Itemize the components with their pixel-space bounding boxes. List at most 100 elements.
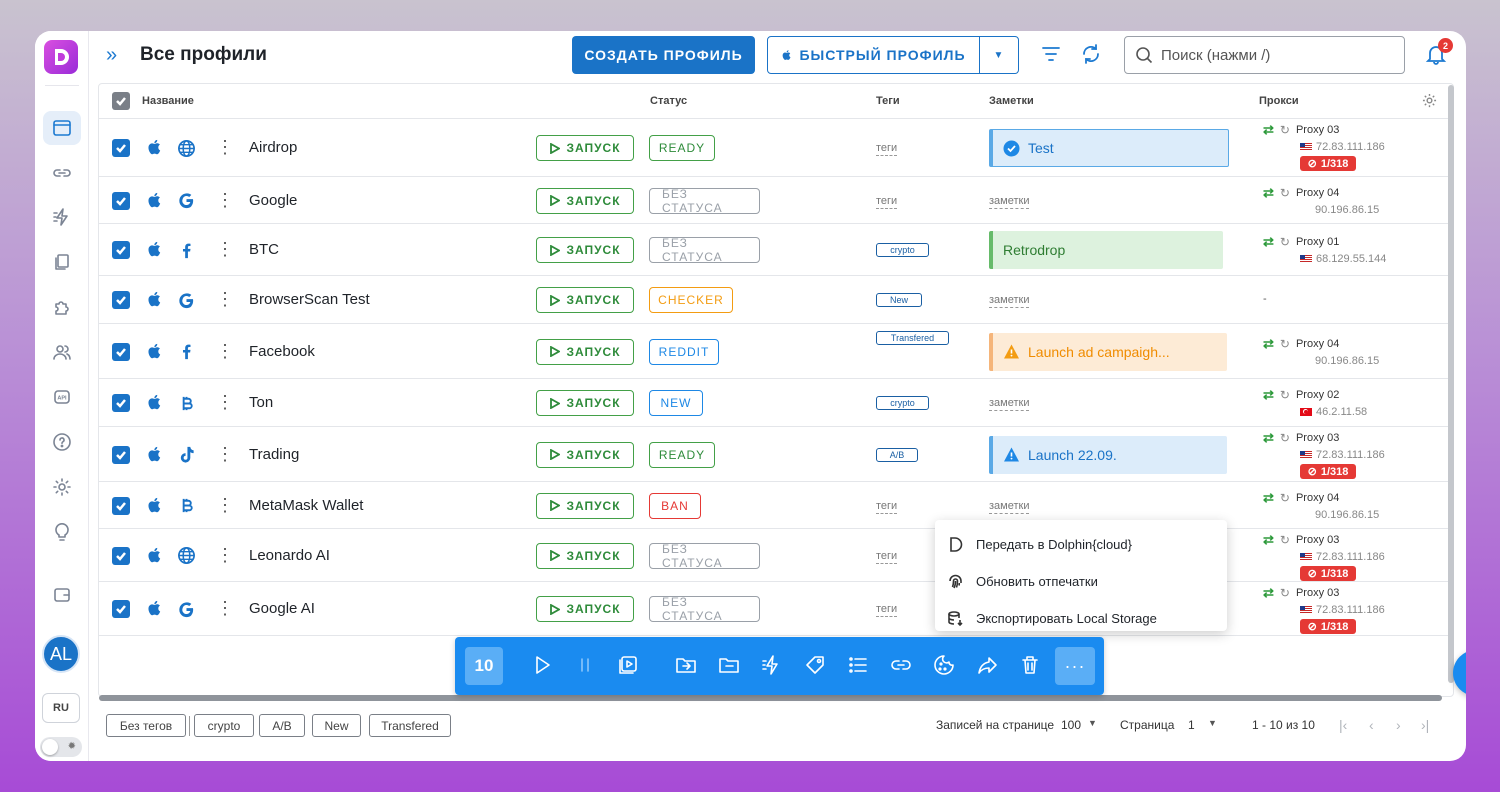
profile-name[interactable]: Google AI (249, 600, 315, 617)
status-badge[interactable]: БЕЗ СТАТУСА (649, 187, 760, 215)
next-page-icon[interactable]: › (1396, 717, 1401, 733)
kebab-menu-icon[interactable]: ⋮ (216, 496, 234, 514)
play-icon[interactable] (531, 654, 555, 678)
kebab-menu-icon[interactable]: ⋮ (216, 393, 234, 411)
kebab-menu-icon[interactable]: ⋮ (216, 290, 234, 308)
per-page-select[interactable]: 100 (1061, 718, 1081, 732)
proxy-cell[interactable]: ⇄ ↻ Proxy 02 46.2.11.58 (1263, 387, 1367, 418)
refresh-icon[interactable] (1080, 43, 1104, 67)
kebab-menu-icon[interactable]: ⋮ (216, 240, 234, 258)
tag-chip[interactable]: New (876, 293, 922, 307)
sidebar-item-copy[interactable] (43, 245, 81, 279)
column-status[interactable]: Статус (650, 95, 687, 107)
column-notes[interactable]: Заметки (989, 95, 1034, 107)
horizontal-scrollbar[interactable] (99, 695, 1442, 701)
row-checkbox[interactable] (112, 291, 130, 309)
refresh-icon[interactable]: ↻ (1280, 431, 1290, 445)
expand-sidebar-icon[interactable]: » (106, 45, 117, 65)
proxy-cell[interactable]: ⇄ ↻ Proxy 03 72.83.111.186 ⊘ 1/318 (1263, 585, 1385, 634)
search-field[interactable] (1124, 36, 1405, 74)
tag-chip[interactable]: A/B (876, 447, 918, 462)
folder-move-icon[interactable] (675, 654, 699, 678)
dolphin-logo[interactable] (44, 40, 78, 74)
pause-icon[interactable] (574, 654, 598, 678)
first-page-icon[interactable]: |‹ (1339, 717, 1347, 733)
filter-tag-crypto[interactable]: crypto (194, 714, 254, 737)
select-all-checkbox[interactable] (112, 92, 130, 110)
launch-button[interactable]: ЗАПУСК (536, 542, 634, 569)
notes-placeholder[interactable]: заметки (989, 500, 1030, 514)
page-chevron-icon[interactable]: ▼ (1208, 718, 1217, 728)
table-row[interactable]: ⋮ MetaMask Wallet ЗАПУСК BAN теги заметки ⇄ ↻ Pr… (99, 482, 1453, 529)
refresh-icon[interactable]: ↻ (1280, 491, 1290, 505)
table-row[interactable]: ⋮ Facebook ЗАПУСК REDDIT Transfered Launch ad… (99, 324, 1453, 379)
trash-icon[interactable] (1019, 654, 1043, 678)
proxy-cell[interactable]: ⇄ ↻ Proxy 04 90.196.86.15 (1263, 490, 1379, 521)
launch-button[interactable]: ЗАПУСК (536, 287, 634, 313)
create-profile-button[interactable]: СОЗДАТЬ ПРОФИЛЬ (572, 36, 755, 74)
profile-name[interactable]: Trading (249, 446, 299, 463)
profile-name[interactable]: Ton (249, 394, 273, 411)
refresh-icon[interactable]: ↻ (1280, 337, 1290, 351)
more-actions-button[interactable]: ··· (1055, 647, 1095, 685)
filter-tag-new[interactable]: New (312, 714, 361, 737)
launch-button[interactable]: ЗАПУСК (536, 441, 634, 468)
status-badge[interactable]: БЕЗ СТАТУСА (649, 542, 760, 570)
swap-icon[interactable]: ⇄ (1263, 185, 1274, 201)
folder-remove-icon[interactable] (718, 654, 742, 678)
column-settings-icon[interactable] (1422, 93, 1437, 111)
menu-item-update-fingerprints[interactable]: Обновить отпечатки (935, 563, 1227, 600)
refresh-icon[interactable]: ↻ (1280, 388, 1290, 402)
profile-name[interactable]: Facebook (249, 343, 315, 360)
table-row[interactable]: ⋮ Google ЗАПУСК БЕЗ СТАТУСА теги заметки ⇄ ↻ Pro… (99, 177, 1453, 224)
launch-button[interactable]: ЗАПУСК (536, 237, 634, 263)
quick-profile-main[interactable]: БЫСТРЫЙ ПРОФИЛЬ (768, 37, 980, 73)
column-tags[interactable]: Теги (876, 95, 900, 107)
profile-name[interactable]: Google (249, 192, 297, 209)
sidebar-item-help[interactable] (43, 425, 81, 459)
row-checkbox[interactable] (112, 342, 130, 361)
quick-profile-button[interactable]: БЫСТРЫЙ ПРОФИЛЬ ▼ (767, 36, 1019, 74)
filter-icon[interactable] (1040, 43, 1064, 67)
launch-button[interactable]: ЗАПУСК (536, 338, 634, 365)
proxy-link-icon[interactable] (890, 654, 914, 678)
tag-icon[interactable] (804, 654, 828, 678)
status-badge[interactable]: БЕЗ СТАТУСА (649, 236, 760, 264)
profile-name[interactable]: MetaMask Wallet (249, 497, 363, 514)
search-input[interactable] (1161, 46, 1381, 64)
sidebar-item-profiles[interactable] (43, 111, 81, 145)
swap-icon[interactable]: ⇄ (1263, 336, 1274, 352)
tag-chip[interactable]: Transfered (876, 331, 949, 345)
notes-placeholder[interactable]: заметки (989, 195, 1030, 209)
sidebar-item-team[interactable] (43, 335, 81, 369)
sidebar-item-settings[interactable] (43, 470, 81, 504)
refresh-icon[interactable]: ↻ (1280, 533, 1290, 547)
row-checkbox[interactable] (112, 546, 130, 565)
table-row[interactable]: ⋮ BTC ЗАПУСК БЕЗ СТАТУСА crypto Retrodrop ⇄ ↻ Pr… (99, 224, 1453, 276)
profile-name[interactable]: Leonardo AI (249, 547, 330, 564)
launch-button[interactable]: ЗАПУСК (536, 596, 634, 622)
note-card[interactable]: Launch ad campaigh... (989, 332, 1227, 371)
automation-icon[interactable] (761, 654, 785, 678)
menu-item-transfer-cloud[interactable]: Передать в Dolphin{cloud} (935, 526, 1227, 563)
launch-button[interactable]: ЗАПУСК (536, 492, 634, 519)
table-row[interactable]: ⋮ Trading ЗАПУСК READY A/B Launch 22.09. ⇄ ↻ Pro… (99, 427, 1453, 482)
launch-button[interactable]: ЗАПУСК (536, 135, 634, 161)
tag-chip[interactable]: crypto (876, 243, 929, 257)
language-switch[interactable]: RU (42, 693, 80, 723)
note-card[interactable]: Test (989, 129, 1229, 167)
sidebar-item-tips[interactable] (43, 515, 81, 549)
column-name[interactable]: Название (142, 95, 194, 107)
window-play-icon[interactable] (617, 654, 641, 678)
status-badge[interactable]: READY (649, 135, 715, 161)
refresh-icon[interactable]: ↻ (1280, 235, 1290, 249)
vertical-scrollbar[interactable] (1448, 85, 1454, 683)
kebab-menu-icon[interactable]: ⋮ (216, 599, 234, 617)
proxy-cell[interactable]: ⇄ ↻ Proxy 03 72.83.111.186 ⊘ 1/318 (1263, 430, 1385, 479)
filter-tag-none[interactable]: Без тегов (106, 714, 186, 737)
tags-placeholder[interactable]: теги (876, 603, 898, 617)
sidebar-item-api[interactable]: API (43, 380, 81, 414)
swap-icon[interactable]: ⇄ (1263, 585, 1274, 601)
kebab-menu-icon[interactable]: ⋮ (216, 191, 234, 209)
swap-icon[interactable]: ⇄ (1263, 430, 1274, 446)
